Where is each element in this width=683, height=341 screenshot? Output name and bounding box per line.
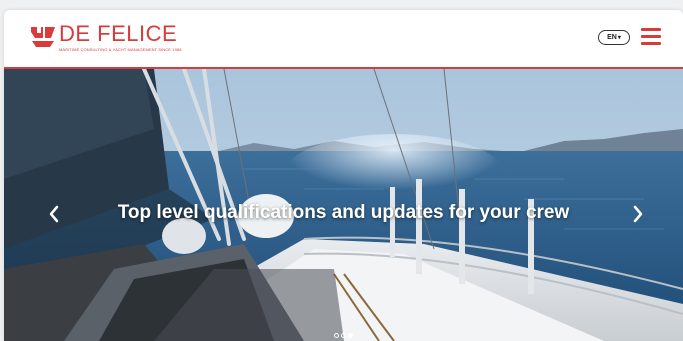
hero-headline: Top level qualifications and updates for… (117, 202, 570, 223)
chevron-left-icon[interactable] (46, 202, 62, 226)
chevron-down-icon: ▾ (617, 35, 621, 41)
chevron-right-icon[interactable] (630, 202, 646, 226)
page-frame: DE FELICE MARITIME CONSULTING & YACHT MA… (4, 10, 683, 341)
language-label: EN (607, 34, 617, 41)
logo[interactable]: DE FELICE MARITIME CONSULTING & YACHT MA… (30, 21, 182, 53)
hero-slider: Top level qualifications and updates for… (4, 69, 683, 341)
language-selector[interactable]: EN ▾ (598, 30, 630, 45)
slider-dot-active[interactable] (348, 333, 353, 338)
slider-dot[interactable] (334, 333, 339, 338)
logo-mark-icon (31, 25, 55, 47)
slider-dot[interactable] (341, 333, 346, 338)
slider-dots (334, 333, 353, 338)
site-header: DE FELICE MARITIME CONSULTING & YACHT MA… (4, 10, 683, 67)
hamburger-menu-icon[interactable] (641, 28, 661, 46)
logo-tagline: MARITIME CONSULTING & YACHT MANAGEMENT S… (59, 47, 182, 52)
logo-name: DE FELICE (59, 21, 178, 46)
